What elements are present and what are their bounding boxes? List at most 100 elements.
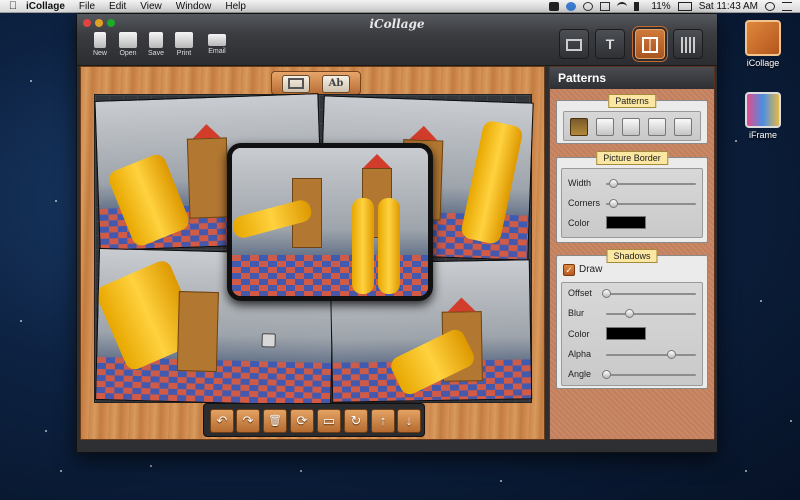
offset-slider[interactable] xyxy=(602,289,696,298)
notification-center-icon[interactable] xyxy=(782,1,792,11)
shadow-color-row: Color xyxy=(568,327,696,342)
menu-bar:  iCollage File Edit View Window Help 11… xyxy=(0,0,800,13)
blur-slider[interactable] xyxy=(606,309,696,318)
blur-label: Blur xyxy=(568,308,585,318)
battery-percentage[interactable]: 11% xyxy=(651,1,670,12)
patterns-mode-button[interactable] xyxy=(635,29,665,59)
offset-row: Offset xyxy=(568,287,696,301)
corners-slider-knob[interactable] xyxy=(609,199,619,208)
bring-forward-button[interactable]: ↑ xyxy=(371,409,395,433)
save-button[interactable]: Save xyxy=(143,32,169,57)
fit-frame-icon: ▭ xyxy=(322,413,336,428)
open-button[interactable]: Open xyxy=(115,32,141,57)
menu-file[interactable]: File xyxy=(79,1,95,12)
border-color-swatch[interactable] xyxy=(606,216,646,229)
draw-shadow-checkbox[interactable]: ✓ xyxy=(563,264,575,276)
toolbar-label: New xyxy=(92,50,107,57)
width-slider-knob[interactable] xyxy=(609,179,619,188)
wifi-icon[interactable] xyxy=(617,1,628,11)
collage-canvas[interactable] xyxy=(94,93,534,407)
corners-slider[interactable] xyxy=(606,199,696,208)
shuffle-button[interactable]: ⟳ xyxy=(290,409,314,433)
toolbar-label: Open xyxy=(119,50,137,57)
shadows-section: Shadows ✓ Draw Offset Blur Color Alpha A… xyxy=(556,249,708,389)
text-mode-button[interactable]: T xyxy=(595,29,625,59)
photo-options-handle-icon[interactable] xyxy=(261,333,276,348)
send-backward-icon: ↓ xyxy=(405,413,413,428)
desktop-icon-iframe[interactable]: iFrame xyxy=(733,92,793,140)
bring-forward-icon: ↑ xyxy=(379,413,387,428)
menu-edit[interactable]: Edit xyxy=(109,1,126,12)
icollage-app-icon xyxy=(745,20,781,56)
picture-border-section: Picture Border Width Corners Color xyxy=(556,151,708,243)
shadow-controls: Offset Blur Color Alpha Angle xyxy=(561,282,703,386)
floppy-disk-icon xyxy=(149,32,163,48)
photo-mode-icon xyxy=(566,39,582,52)
apple-menu-icon[interactable]:  xyxy=(0,0,26,12)
fit-button[interactable]: ▭ xyxy=(317,409,341,433)
pattern-1-icon[interactable] xyxy=(570,118,588,136)
notification-icon[interactable] xyxy=(600,1,611,11)
folder-icon xyxy=(119,32,137,48)
spotlight-search-icon[interactable] xyxy=(765,1,775,11)
app-menu[interactable]: iCollage xyxy=(26,1,65,12)
add-text-icon: Ab xyxy=(328,78,344,89)
redo-button[interactable]: ↷ xyxy=(236,409,260,433)
patterns-mode-icon xyxy=(642,37,658,54)
rotate-icon: ↻ xyxy=(350,413,362,428)
draw-shadow-label: Draw xyxy=(579,264,603,275)
pattern-3-icon[interactable] xyxy=(622,118,640,136)
undo-button[interactable]: ↶ xyxy=(210,409,234,433)
collage-photo-featured[interactable] xyxy=(227,143,433,301)
sync-icon[interactable] xyxy=(566,1,577,11)
add-photo-button[interactable] xyxy=(282,75,310,93)
panel-title: Patterns xyxy=(550,67,714,89)
angle-row: Angle xyxy=(568,368,696,382)
volume-icon[interactable] xyxy=(634,1,644,11)
pattern-5-icon[interactable] xyxy=(674,118,692,136)
menu-window[interactable]: Window xyxy=(176,1,212,12)
width-label: Width xyxy=(568,178,592,188)
border-color-label: Color xyxy=(568,218,590,228)
add-text-button[interactable]: Ab xyxy=(322,75,350,93)
add-photo-icon xyxy=(288,78,304,89)
border-color-row: Color xyxy=(568,216,696,231)
toolbar-label: Save xyxy=(148,50,164,57)
desktop-icon-icollage[interactable]: iCollage xyxy=(733,20,793,68)
pattern-2-icon[interactable] xyxy=(596,118,614,136)
text-mode-icon: T xyxy=(605,36,615,52)
add-item-bar: Ab xyxy=(271,71,361,95)
alpha-slider[interactable] xyxy=(606,350,696,359)
delete-button[interactable]: 🗑 xyxy=(263,409,287,433)
battery-icon[interactable] xyxy=(677,1,692,11)
shadow-color-swatch[interactable] xyxy=(606,327,646,340)
blur-slider-knob[interactable] xyxy=(624,309,634,318)
angle-slider-knob[interactable] xyxy=(602,370,611,379)
corners-row: Corners xyxy=(568,197,696,211)
collage-board: Ab ↶ ↷ 🗑 ⟳ ▭ ↻ ↑ ↓ xyxy=(80,66,545,440)
angle-slider[interactable] xyxy=(602,370,696,379)
menu-view[interactable]: View xyxy=(140,1,162,12)
trash-icon: 🗑 xyxy=(268,415,282,427)
brushes-mode-button[interactable] xyxy=(673,29,703,59)
alpha-slider-knob[interactable] xyxy=(666,350,676,359)
offset-slider-knob[interactable] xyxy=(602,289,611,298)
photo-mode-button[interactable] xyxy=(559,29,589,59)
app-window: iCollage New Open Save Print Email T Ab … xyxy=(76,13,718,453)
width-slider[interactable] xyxy=(606,179,696,188)
menu-help[interactable]: Help xyxy=(225,1,246,12)
dropbox-icon[interactable] xyxy=(549,1,560,11)
email-button[interactable]: Email xyxy=(204,32,230,55)
clock[interactable]: Sat 11:43 AM xyxy=(699,1,758,12)
new-button[interactable]: New xyxy=(87,32,113,57)
refresh-icon: ⟳ xyxy=(296,413,308,428)
time-machine-icon[interactable] xyxy=(583,1,594,11)
alpha-label: Alpha xyxy=(568,349,592,359)
print-button[interactable]: Print xyxy=(171,32,197,57)
rotate-button[interactable]: ↻ xyxy=(344,409,368,433)
brushes-mode-icon xyxy=(681,37,695,54)
pattern-4-icon[interactable] xyxy=(648,118,666,136)
send-backward-button[interactable]: ↓ xyxy=(397,409,421,433)
blur-row: Blur xyxy=(568,307,696,321)
width-row: Width xyxy=(568,177,696,191)
